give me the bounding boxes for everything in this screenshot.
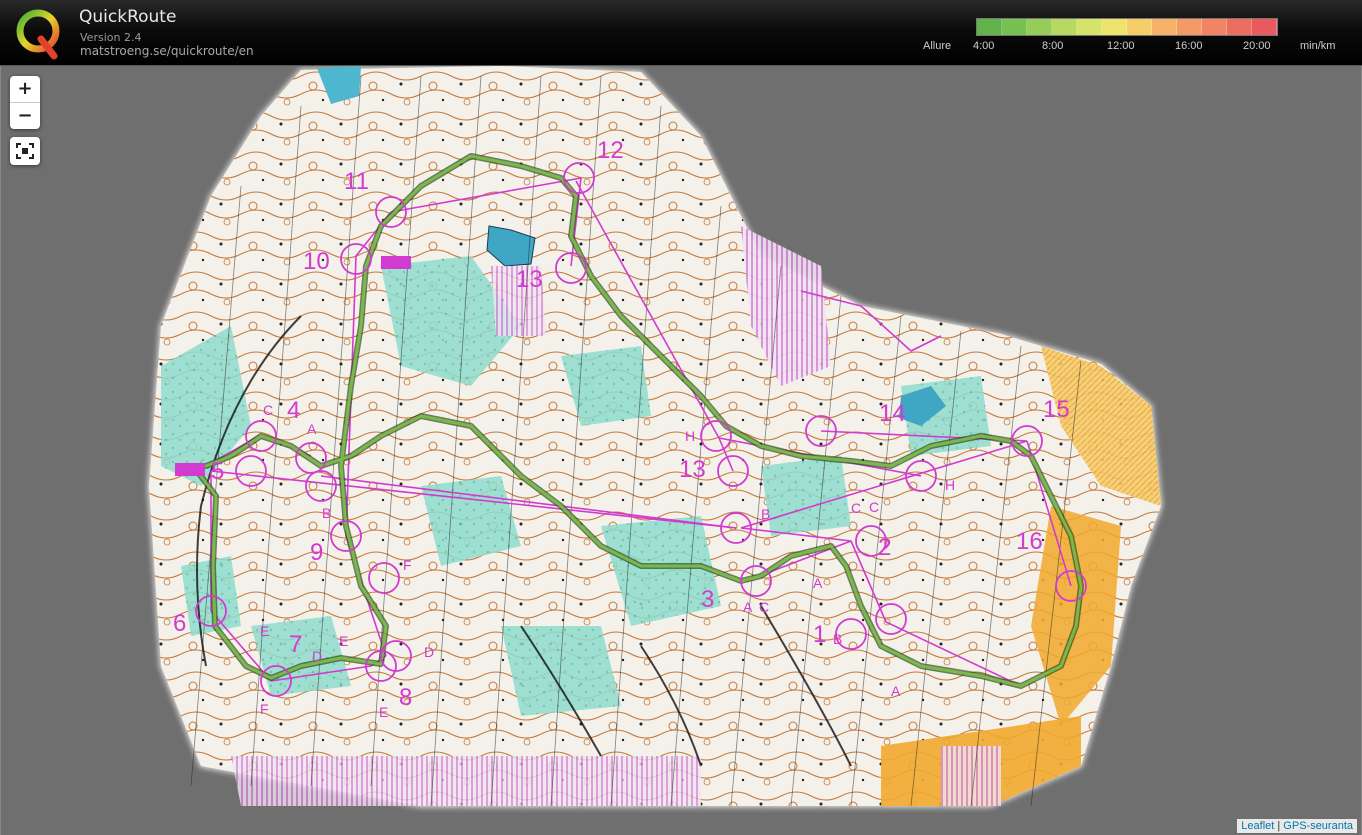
app-version: Version 2.4 (80, 31, 142, 44)
control-number: 14 (879, 400, 906, 427)
control-number: 13 (516, 266, 543, 293)
control-code: H (945, 477, 955, 493)
control-number: 11 (344, 168, 369, 195)
pace-color-swatch (1102, 19, 1127, 35)
gps-seuranta-link[interactable]: GPS-seuranta (1283, 820, 1353, 832)
pace-color-swatch (1252, 19, 1277, 35)
pace-color-swatch (1077, 19, 1102, 35)
control-number: 1 (813, 621, 826, 648)
pace-legend-label: Allure (923, 40, 952, 52)
map-attribution: Leaflet | GPS-seuranta (1237, 819, 1357, 833)
control-number: 16 (1016, 528, 1043, 555)
control-number: 2 (878, 534, 891, 561)
control-code: E (379, 704, 388, 720)
app-title: QuickRoute (79, 7, 177, 27)
pace-color-swatch (1027, 19, 1052, 35)
control-code: A (891, 683, 901, 699)
orienteering-map[interactable]: 1 2 3 4 5 6 7 8 9 10 11 12 13 13 14 15 1… (1, 66, 1362, 835)
control-number: 5 (211, 458, 224, 485)
control-number: 12 (597, 137, 624, 164)
pace-color-swatch (1227, 19, 1252, 35)
control-code: F (260, 701, 269, 717)
control-code: A (813, 575, 823, 591)
pace-tick: 12:00 (1107, 40, 1135, 52)
pace-color-swatch (1202, 19, 1227, 35)
control-code: A (743, 599, 753, 615)
map-sheet (147, 66, 1163, 808)
pace-color-swatch (1177, 19, 1202, 35)
fullscreen-fit-icon (16, 143, 34, 159)
pace-tick: 8:00 (1042, 40, 1064, 52)
control-code: C (869, 499, 879, 515)
leaflet-link[interactable]: Leaflet (1241, 820, 1274, 832)
pace-color-swatch (1002, 19, 1027, 35)
control-number: 3 (701, 586, 714, 613)
control-number: 7 (289, 631, 302, 658)
control-code: C (851, 500, 861, 516)
start-triangle-marker (381, 256, 411, 269)
control-code: B (761, 506, 770, 522)
control-code: B (322, 505, 331, 521)
app-url[interactable]: matstroeng.se/quickroute/en (80, 44, 254, 58)
control-code: E (339, 633, 348, 649)
map-viewport[interactable]: 1 2 3 4 5 6 7 8 9 10 11 12 13 13 14 15 1… (0, 66, 1362, 835)
control-code: C (759, 599, 769, 615)
pace-unit: min/km (1300, 40, 1336, 52)
pace-tick: 4:00 (973, 40, 995, 52)
quickroute-logo-icon (16, 9, 60, 60)
control-code: C (263, 402, 273, 418)
pace-color-swatch (1127, 19, 1152, 35)
control-number: 6 (173, 610, 186, 637)
control-code: D (424, 644, 434, 660)
control-number: 4 (287, 397, 300, 424)
control-code: B (833, 631, 842, 647)
control-code: D (312, 648, 322, 664)
pace-color-swatch (1052, 19, 1077, 35)
pace-color-swatch (977, 19, 1002, 35)
zoom-control: + − (10, 76, 40, 129)
control-number: 9 (310, 539, 323, 566)
control-code: F (403, 557, 412, 573)
app-header: QuickRoute Version 2.4 matstroeng.se/qui… (0, 0, 1362, 66)
control-number: 8 (399, 684, 412, 711)
control-code: H (685, 428, 695, 444)
pace-color-scale (976, 18, 1278, 36)
fit-bounds-button[interactable] (10, 137, 40, 165)
pace-tick: 16:00 (1175, 40, 1203, 52)
control-number: 13 (679, 456, 706, 483)
pace-tick: 20:00 (1243, 40, 1271, 52)
start-triangle-marker (175, 463, 205, 476)
control-code: A (307, 421, 317, 437)
control-number: 10 (303, 248, 330, 275)
attribution-separator: | (1274, 820, 1284, 832)
control-number: 15 (1043, 396, 1070, 423)
zoom-out-button[interactable]: − (10, 103, 40, 129)
zoom-in-button[interactable]: + (10, 76, 40, 103)
pace-color-swatch (1152, 19, 1177, 35)
control-code: E (260, 623, 269, 639)
